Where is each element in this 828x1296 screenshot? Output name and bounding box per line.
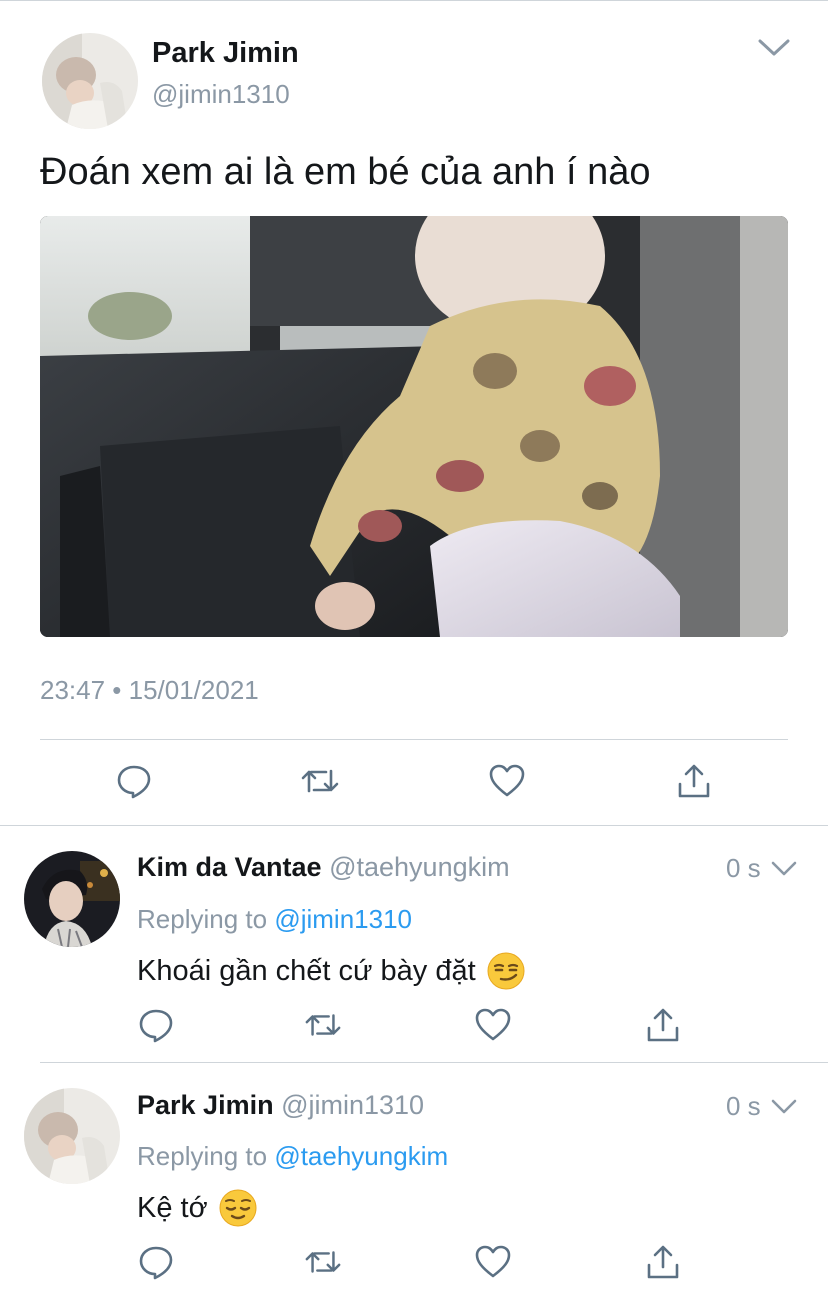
reply-text: Kệ tớ — [137, 1188, 258, 1228]
reply-header: Kim da Vantae @taehyungkim — [137, 852, 510, 883]
tweet-text: Đoán xem ai là em bé của anh í nào — [40, 151, 651, 193]
reply-actions — [0, 1242, 828, 1282]
reply-tweet[interactable]: Kim da Vantae @taehyungkim 0 s Replying … — [0, 827, 828, 1064]
divider — [40, 1062, 828, 1063]
retweet-icon[interactable] — [304, 1005, 342, 1045]
reply-text-content: Kệ tớ — [137, 1191, 208, 1224]
replying-to: Replying to @taehyungkim — [137, 1141, 448, 1172]
like-icon[interactable] — [474, 1242, 512, 1282]
mention-link[interactable]: @taehyungkim — [274, 1141, 448, 1171]
reply-actions — [0, 1005, 828, 1045]
reply-time: 0 s — [726, 1091, 761, 1121]
tweet-actions — [0, 759, 828, 807]
divider — [40, 739, 788, 740]
chevron-down-icon[interactable] — [756, 35, 792, 61]
replying-prefix: Replying to — [137, 1141, 268, 1171]
avatar[interactable] — [42, 33, 138, 129]
author-handle[interactable]: @taehyungkim — [329, 852, 510, 882]
reply-text-content: Khoái gần chết cứ bày đặt — [137, 954, 476, 987]
relieved-face-emoji — [218, 1188, 258, 1228]
share-icon[interactable] — [644, 1242, 682, 1282]
author-handle[interactable]: @jimin1310 — [281, 1090, 424, 1120]
reply-header: Park Jimin @jimin1310 — [137, 1090, 424, 1121]
smirking-face-emoji — [486, 951, 526, 991]
like-icon[interactable] — [474, 1005, 512, 1045]
reply-time: 0 s — [726, 853, 761, 883]
main-tweet: Park Jimin @jimin1310 Đoán xem ai là em … — [0, 0, 828, 826]
replying-to: Replying to @jimin1310 — [137, 904, 412, 935]
tweet-timestamp: 23:47 • 15/01/2021 — [40, 675, 259, 705]
author-handle[interactable]: @jimin1310 — [152, 79, 290, 110]
author-name[interactable]: Park Jimin — [152, 37, 299, 70]
reply-icon[interactable] — [137, 1005, 175, 1045]
replying-prefix: Replying to — [137, 904, 268, 934]
reply-tweet[interactable]: Park Jimin @jimin1310 0 s Replying to @t… — [0, 1064, 828, 1296]
retweet-icon[interactable] — [304, 1242, 342, 1282]
author-name[interactable]: Kim da Vantae — [137, 852, 322, 882]
chevron-down-icon[interactable] — [770, 859, 798, 879]
like-icon[interactable] — [487, 759, 527, 803]
retweet-icon[interactable] — [300, 759, 340, 803]
reply-icon[interactable] — [114, 759, 154, 803]
author-name[interactable]: Park Jimin — [137, 1090, 274, 1120]
chevron-down-icon[interactable] — [770, 1097, 798, 1117]
tweet-photo[interactable] — [40, 216, 788, 637]
reply-icon[interactable] — [137, 1242, 175, 1282]
share-icon[interactable] — [674, 759, 714, 803]
avatar[interactable] — [24, 1088, 120, 1184]
reply-text: Khoái gần chết cứ bày đặt — [137, 951, 526, 991]
avatar[interactable] — [24, 851, 120, 947]
share-icon[interactable] — [644, 1005, 682, 1045]
mention-link[interactable]: @jimin1310 — [274, 904, 412, 934]
